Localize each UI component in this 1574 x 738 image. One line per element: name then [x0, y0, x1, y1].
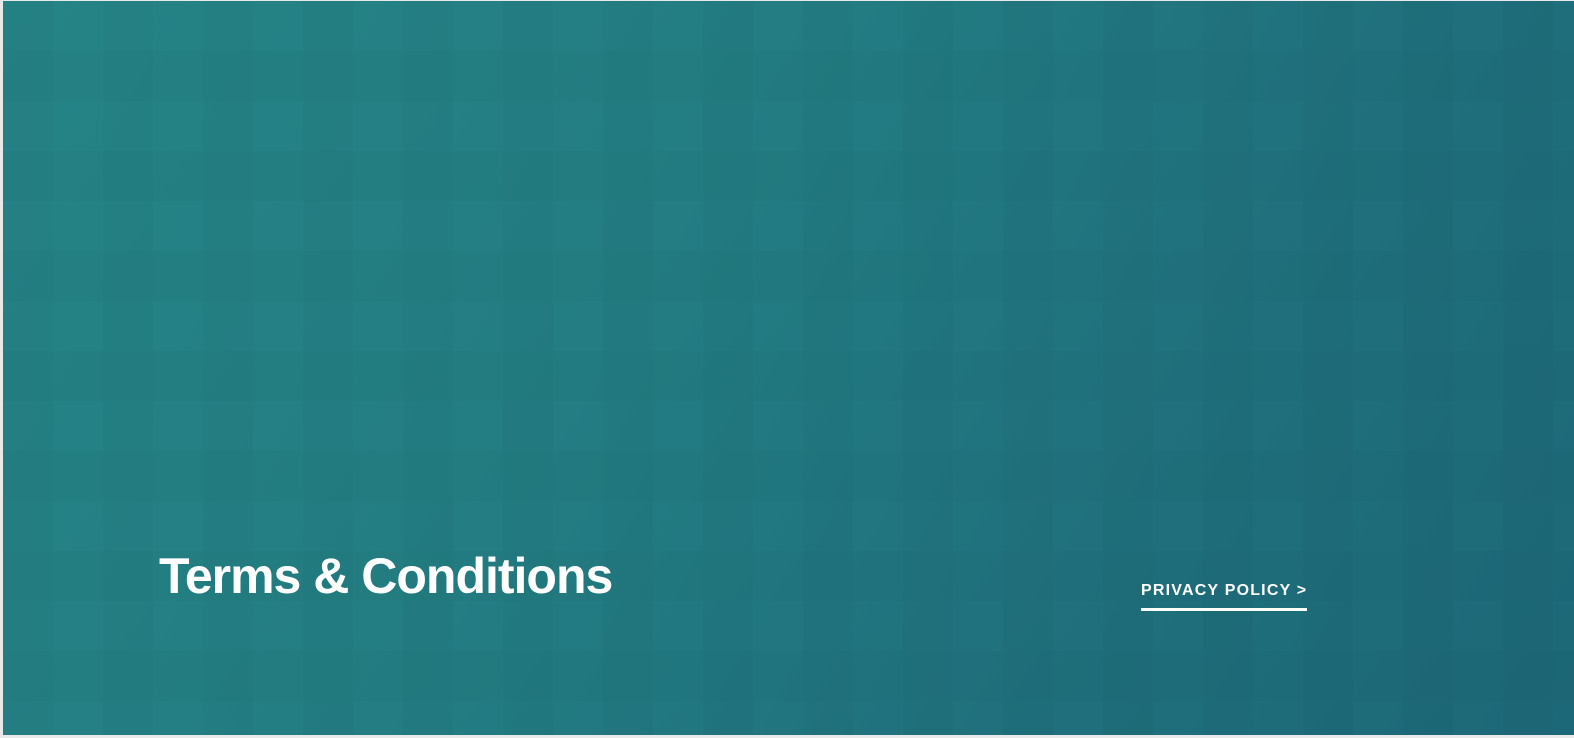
background-pattern [3, 1, 1574, 735]
page-title: Terms & Conditions [159, 548, 613, 604]
privacy-policy-link[interactable]: PRIVACY POLICY > [1141, 582, 1308, 611]
hero-banner: Terms & Conditions PRIVACY POLICY > [3, 1, 1574, 735]
